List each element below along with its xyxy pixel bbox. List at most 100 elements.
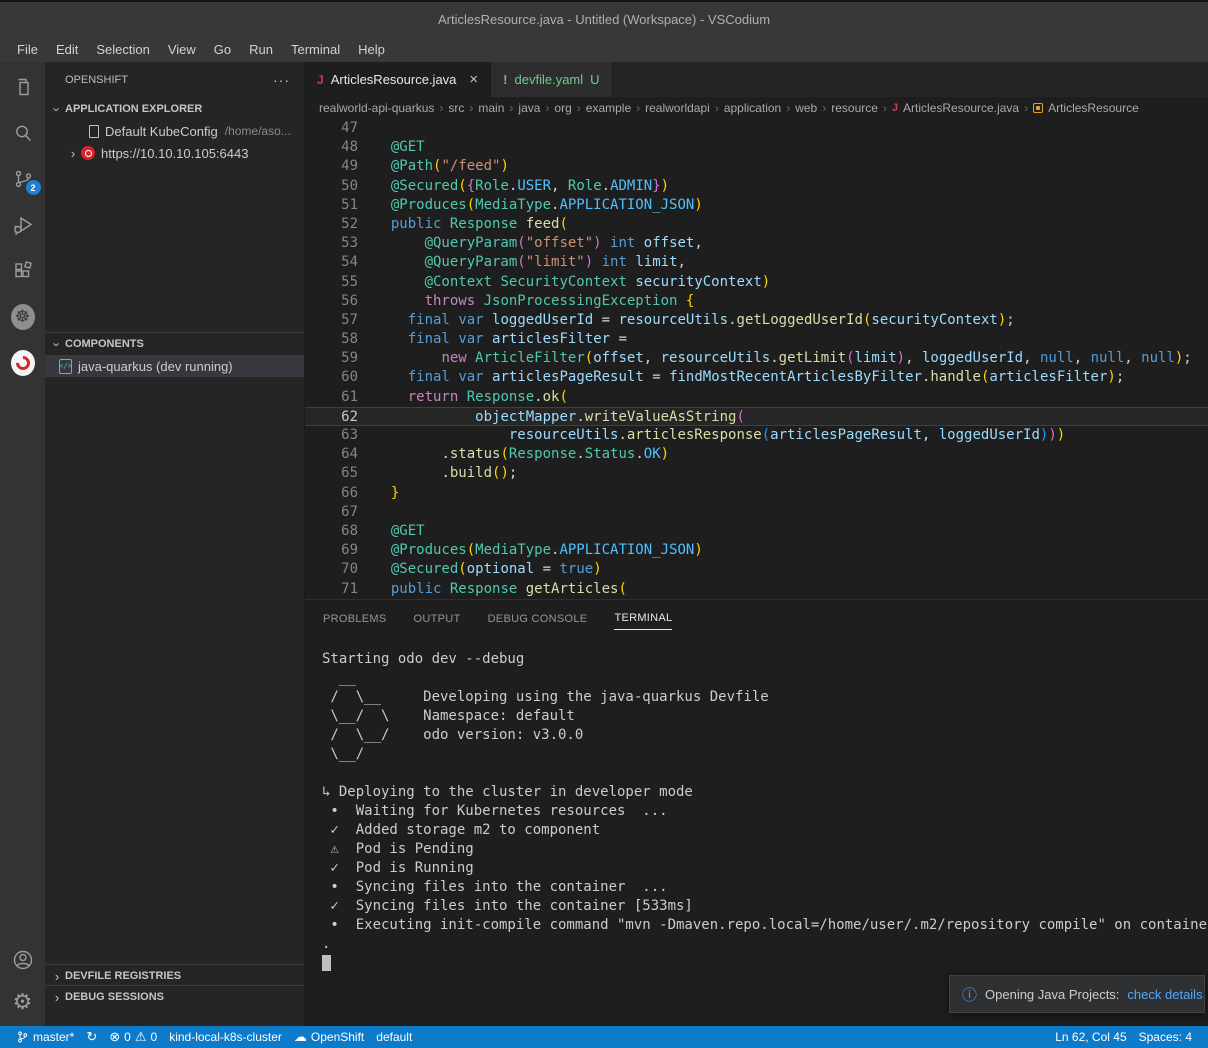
code-line[interactable]: 54 @QueryParam("limit") int limit, bbox=[305, 253, 1208, 272]
branch-status[interactable]: master* bbox=[10, 1030, 80, 1044]
tab-debug-console[interactable]: DEBUG CONSOLE bbox=[488, 607, 588, 630]
menu-item-go[interactable]: Go bbox=[205, 39, 240, 60]
tab-terminal[interactable]: TERMINAL bbox=[614, 606, 672, 630]
breadcrumb-item[interactable]: resource bbox=[831, 101, 878, 115]
code-line[interactable]: 55 @Context SecurityContext securityCont… bbox=[305, 273, 1208, 292]
menu-item-run[interactable]: Run bbox=[240, 39, 282, 60]
section-debug-sessions[interactable]: › DEBUG SESSIONS bbox=[45, 986, 304, 1008]
line-number[interactable]: 50 bbox=[305, 177, 358, 196]
line-number[interactable]: 68 bbox=[305, 522, 358, 541]
openshift-status[interactable]: ☁ OpenShift bbox=[288, 1029, 370, 1045]
breadcrumb-item[interactable]: main bbox=[478, 101, 504, 115]
check-details-link[interactable]: check details bbox=[1127, 987, 1202, 1002]
code-line[interactable]: 58 final var articlesFilter = bbox=[305, 330, 1208, 349]
line-number[interactable]: 66 bbox=[305, 484, 358, 503]
menu-item-file[interactable]: File bbox=[8, 39, 47, 60]
source-control-icon[interactable]: 2 bbox=[11, 167, 35, 191]
line-number[interactable]: 58 bbox=[305, 330, 358, 349]
code-line[interactable]: 60 final var articlesPageResult = findMo… bbox=[305, 368, 1208, 387]
breadcrumb-file[interactable]: ArticlesResource.java bbox=[903, 101, 1019, 115]
line-number[interactable]: 63 bbox=[305, 426, 358, 445]
terminal-output[interactable]: Starting odo dev --debug __ / \__ Develo… bbox=[305, 636, 1208, 1026]
namespace-status[interactable]: default bbox=[370, 1030, 418, 1044]
line-number[interactable]: 55 bbox=[305, 273, 358, 292]
breadcrumb-item[interactable]: application bbox=[724, 101, 781, 115]
account-icon[interactable] bbox=[11, 948, 35, 972]
breadcrumb-item[interactable]: web bbox=[795, 101, 817, 115]
line-number[interactable]: 71 bbox=[305, 580, 358, 599]
code-line[interactable]: 56 throws JsonProcessingException { bbox=[305, 292, 1208, 311]
line-number[interactable]: 47 bbox=[305, 119, 358, 138]
section-components[interactable]: › COMPONENTS bbox=[45, 333, 304, 355]
breadcrumb-symbol[interactable]: ArticlesResource bbox=[1048, 101, 1139, 115]
breadcrumb-item[interactable]: realworld-api-quarkus bbox=[319, 101, 434, 115]
code-line[interactable]: 51 @Produces(MediaType.APPLICATION_JSON) bbox=[305, 196, 1208, 215]
code-line[interactable]: 52 public Response feed( bbox=[305, 215, 1208, 234]
code-line[interactable]: 53 @QueryParam("offset") int offset, bbox=[305, 234, 1208, 253]
line-number[interactable]: 57 bbox=[305, 311, 358, 330]
section-devfile-registries[interactable]: › DEVFILE REGISTRIES bbox=[45, 965, 304, 987]
line-number[interactable]: 67 bbox=[305, 503, 358, 522]
k8s-context-status[interactable]: kind-local-k8s-cluster bbox=[163, 1030, 288, 1044]
line-number[interactable]: 70 bbox=[305, 560, 358, 579]
tree-item-cluster[interactable]: › https://10.10.10.105:6443 bbox=[45, 142, 304, 164]
line-number[interactable]: 69 bbox=[305, 541, 358, 560]
line-number[interactable]: 60 bbox=[305, 368, 358, 387]
line-number[interactable]: 59 bbox=[305, 349, 358, 368]
menu-item-terminal[interactable]: Terminal bbox=[282, 39, 349, 60]
openshift-icon[interactable] bbox=[11, 351, 35, 375]
breadcrumb-item[interactable]: src bbox=[448, 101, 464, 115]
tab-articlesresource-java[interactable]: J ArticlesResource.java × bbox=[305, 62, 491, 97]
tab-output[interactable]: OUTPUT bbox=[414, 607, 461, 630]
tab-devfile-yaml[interactable]: ! devfile.yaml U bbox=[491, 62, 612, 97]
code-line[interactable]: 64 .status(Response.Status.OK) bbox=[305, 445, 1208, 464]
breadcrumb-item[interactable]: realworldapi bbox=[645, 101, 710, 115]
code-line[interactable]: 70 @Secured(optional = true) bbox=[305, 560, 1208, 579]
code-line[interactable]: 66 } bbox=[305, 484, 1208, 503]
line-number[interactable]: 54 bbox=[305, 253, 358, 272]
code-editor[interactable]: 4748 @GET49 @Path("/feed")50 @Secured({R… bbox=[305, 119, 1208, 599]
menu-item-help[interactable]: Help bbox=[349, 39, 394, 60]
tree-item-kubeconfig[interactable]: Default KubeConfig /home/aso... bbox=[45, 120, 304, 142]
code-line[interactable]: 67 bbox=[305, 503, 1208, 522]
code-line[interactable]: 50 @Secured({Role.USER, Role.ADMIN}) bbox=[305, 177, 1208, 196]
extensions-icon[interactable] bbox=[11, 259, 35, 283]
search-icon[interactable] bbox=[11, 121, 35, 145]
sync-icon[interactable]: ↻ bbox=[80, 1029, 103, 1045]
line-number[interactable]: 49 bbox=[305, 157, 358, 176]
tab-problems[interactable]: PROBLEMS bbox=[323, 607, 387, 630]
notification-toast[interactable]: ⓘ Opening Java Projects: check details bbox=[949, 975, 1205, 1013]
explorer-icon[interactable] bbox=[11, 75, 35, 99]
line-number[interactable]: 56 bbox=[305, 292, 358, 311]
line-number[interactable]: 52 bbox=[305, 215, 358, 234]
menu-item-view[interactable]: View bbox=[159, 39, 205, 60]
breadcrumb-item[interactable]: org bbox=[554, 101, 571, 115]
code-line[interactable]: 48 @GET bbox=[305, 138, 1208, 157]
code-line[interactable]: 62 objectMapper.writeValueAsString( bbox=[305, 407, 1208, 426]
breadcrumb-item[interactable]: java bbox=[518, 101, 540, 115]
menu-item-selection[interactable]: Selection bbox=[87, 39, 158, 60]
line-number[interactable]: 65 bbox=[305, 464, 358, 483]
code-line[interactable]: 49 @Path("/feed") bbox=[305, 157, 1208, 176]
code-line[interactable]: 68 @GET bbox=[305, 522, 1208, 541]
indentation-status[interactable]: Spaces: 4 bbox=[1133, 1030, 1198, 1044]
more-actions-icon[interactable]: ··· bbox=[273, 72, 290, 88]
run-debug-icon[interactable] bbox=[11, 213, 35, 237]
line-number[interactable]: 51 bbox=[305, 196, 358, 215]
settings-gear-icon[interactable]: ⚙ bbox=[11, 990, 35, 1014]
problems-status[interactable]: ⊗ 0 ⚠ 0 bbox=[103, 1029, 163, 1045]
code-line[interactable]: 65 .build(); bbox=[305, 464, 1208, 483]
code-line[interactable]: 61 return Response.ok( bbox=[305, 388, 1208, 407]
tree-item-java-quarkus[interactable]: </> java-quarkus (dev running) bbox=[45, 355, 304, 377]
close-icon[interactable]: × bbox=[469, 71, 478, 88]
line-number[interactable]: 53 bbox=[305, 234, 358, 253]
menu-item-edit[interactable]: Edit bbox=[47, 39, 87, 60]
cursor-position-status[interactable]: Ln 62, Col 45 bbox=[1049, 1030, 1132, 1044]
code-line[interactable]: 57 final var loggedUserId = resourceUtil… bbox=[305, 311, 1208, 330]
breadcrumb-item[interactable]: example bbox=[586, 101, 631, 115]
line-number[interactable]: 64 bbox=[305, 445, 358, 464]
section-application-explorer[interactable]: › APPLICATION EXPLORER bbox=[45, 98, 304, 120]
code-line[interactable]: 63 resourceUtils.articlesResponse(articl… bbox=[305, 426, 1208, 445]
line-number[interactable]: 48 bbox=[305, 138, 358, 157]
code-line[interactable]: 71 public Response getArticles( bbox=[305, 580, 1208, 599]
